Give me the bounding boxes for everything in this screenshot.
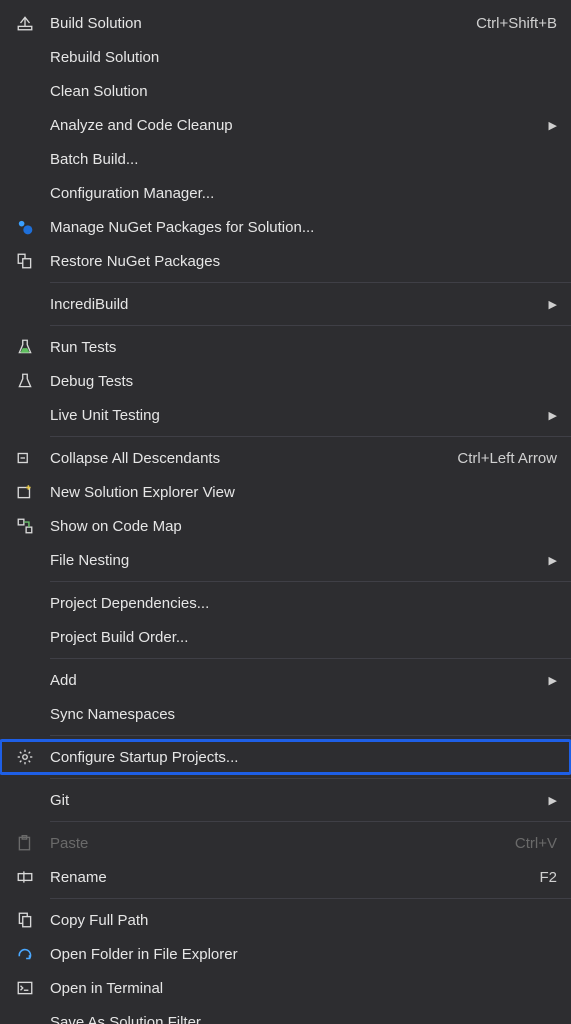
file-nesting[interactable]: File Nesting▶ [0,543,571,577]
menu-item-label: Manage NuGet Packages for Solution... [50,219,557,236]
menu-item-label: Project Build Order... [50,629,557,646]
menu-item-label: Clean Solution [50,83,557,100]
menu-separator [50,658,571,659]
menu-item-shortcut: Ctrl+Shift+B [464,15,557,32]
clean-solution[interactable]: Clean Solution [0,74,571,108]
menu-item-label: Restore NuGet Packages [50,253,557,270]
build-solution[interactable]: Build SolutionCtrl+Shift+B [0,6,571,40]
menu-separator [50,325,571,326]
run-tests-icon [0,338,50,356]
chevron-right-icon: ▶ [535,298,557,311]
open-folder-icon [0,945,50,963]
menu-item-label: Copy Full Path [50,912,557,929]
menu-item-shortcut: Ctrl+Left Arrow [445,450,557,467]
show-on-code-map[interactable]: Show on Code Map [0,509,571,543]
menu-item-label: IncrediBuild [50,296,535,313]
menu-item-label: Open Folder in File Explorer [50,946,557,963]
open-folder-explorer[interactable]: Open Folder in File Explorer [0,937,571,971]
menu-item-label: Add [50,672,535,689]
menu-item-label: Sync Namespaces [50,706,557,723]
nuget-icon [0,218,50,236]
menu-separator [50,735,571,736]
gear-icon [0,748,50,766]
menu-item-label: Run Tests [50,339,557,356]
manage-nuget[interactable]: Manage NuGet Packages for Solution... [0,210,571,244]
rebuild-solution[interactable]: Rebuild Solution [0,40,571,74]
add[interactable]: Add▶ [0,663,571,697]
chevron-right-icon: ▶ [535,409,557,422]
menu-item-label: Open in Terminal [50,980,557,997]
incredibuild[interactable]: IncrediBuild▶ [0,287,571,321]
context-menu: Build SolutionCtrl+Shift+B Rebuild Soluti… [0,0,571,1024]
menu-item-label: Rebuild Solution [50,49,557,66]
restore-icon [0,252,50,270]
chevron-right-icon: ▶ [535,674,557,687]
project-build-order[interactable]: Project Build Order... [0,620,571,654]
copy-full-path[interactable]: Copy Full Path [0,903,571,937]
run-tests[interactable]: Run Tests [0,330,571,364]
menu-item-label: Batch Build... [50,151,557,168]
menu-item-label: Live Unit Testing [50,407,535,424]
menu-item-shortcut: Ctrl+V [503,835,557,852]
menu-item-label: Git [50,792,535,809]
menu-separator [50,821,571,822]
save-solution-filter[interactable]: Save As Solution Filter [0,1005,571,1024]
debug-tests[interactable]: Debug Tests [0,364,571,398]
live-unit-testing[interactable]: Live Unit Testing▶ [0,398,571,432]
menu-item-label: Collapse All Descendants [50,450,445,467]
git[interactable]: Git▶ [0,783,571,817]
collapse-icon [0,449,50,467]
restore-nuget[interactable]: Restore NuGet Packages [0,244,571,278]
paste-icon [0,834,50,852]
debug-tests-icon [0,372,50,390]
menu-item-label: Rename [50,869,527,886]
code-map-icon [0,517,50,535]
open-in-terminal[interactable]: Open in Terminal [0,971,571,1005]
menu-separator [50,898,571,899]
build-icon [0,14,50,32]
menu-item-label: New Solution Explorer View [50,484,557,501]
menu-item-shortcut: F2 [527,869,557,886]
chevron-right-icon: ▶ [535,119,557,132]
rename[interactable]: RenameF2 [0,860,571,894]
menu-item-label: Paste [50,835,503,852]
project-dependencies[interactable]: Project Dependencies... [0,586,571,620]
menu-item-label: Configuration Manager... [50,185,557,202]
menu-item-label: Save As Solution Filter [50,1014,557,1024]
chevron-right-icon: ▶ [535,794,557,807]
configure-startup-projects[interactable]: Configure Startup Projects... [0,740,571,774]
new-solution-explorer-view[interactable]: New Solution Explorer View [0,475,571,509]
menu-item-label: Analyze and Code Cleanup [50,117,535,134]
menu-separator [50,778,571,779]
configuration-manager[interactable]: Configuration Manager... [0,176,571,210]
copy-path-icon [0,911,50,929]
menu-item-label: Debug Tests [50,373,557,390]
menu-separator [50,282,571,283]
new-view-icon [0,483,50,501]
menu-item-label: File Nesting [50,552,535,569]
menu-item-label: Show on Code Map [50,518,557,535]
chevron-right-icon: ▶ [535,554,557,567]
analyze-and-code-cleanup[interactable]: Analyze and Code Cleanup▶ [0,108,571,142]
collapse-descendants[interactable]: Collapse All DescendantsCtrl+Left Arrow [0,441,571,475]
paste: PasteCtrl+V [0,826,571,860]
menu-separator [50,436,571,437]
terminal-icon [0,979,50,997]
rename-icon [0,868,50,886]
menu-item-label: Build Solution [50,15,464,32]
menu-item-label: Configure Startup Projects... [50,749,557,766]
sync-namespaces[interactable]: Sync Namespaces [0,697,571,731]
batch-build[interactable]: Batch Build... [0,142,571,176]
menu-separator [50,581,571,582]
menu-item-label: Project Dependencies... [50,595,557,612]
